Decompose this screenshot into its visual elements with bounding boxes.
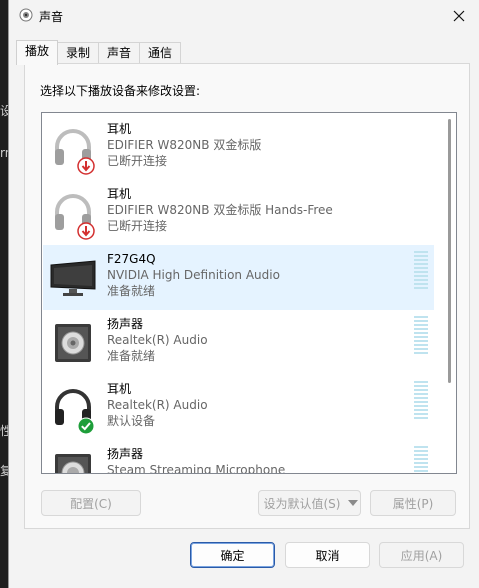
speaker-title-icon <box>19 8 33 22</box>
device-status: 已断开连接 <box>107 219 168 233</box>
instruction-text: 选择以下播放设备来修改设置: <box>40 84 201 98</box>
device-status: 准备就绪 <box>107 349 156 363</box>
disconnected-badge-icon <box>77 157 95 175</box>
device-name: 耳机 <box>107 382 132 396</box>
volume-meter <box>414 251 428 289</box>
device-status: 已断开连接 <box>107 154 168 168</box>
cancel-button[interactable]: 取消 <box>285 542 370 568</box>
background-text: 性 <box>0 424 8 438</box>
configure-button[interactable]: 配置(C) <box>41 490 141 516</box>
default-check-icon <box>77 417 95 435</box>
playback-panel: 选择以下播放设备来修改设置: 耳机 EDIFIER W820NB 双金标版 已断… <box>24 63 470 529</box>
device-item[interactable]: 扬声器 Steam Streaming Microphone <box>43 440 434 474</box>
device-name: 耳机 <box>107 187 132 201</box>
device-description: EDIFIER W820NB 双金标版 <box>107 138 262 152</box>
device-name: F27G4Q <box>107 252 156 266</box>
volume-meter <box>414 381 428 419</box>
properties-button[interactable]: 属性(P) <box>370 490 456 516</box>
speaker-icon <box>55 324 91 362</box>
speaker-icon <box>55 454 91 473</box>
tab-recording[interactable]: 录制 <box>57 42 100 64</box>
disconnected-badge-icon <box>77 222 95 240</box>
volume-meter <box>414 316 428 354</box>
device-description: Realtek(R) Audio <box>107 333 208 347</box>
device-description: Steam Streaming Microphone <box>107 463 286 474</box>
ok-button[interactable]: 确定 <box>190 542 275 568</box>
set-default-button[interactable]: 设为默认值(S) <box>258 490 346 516</box>
device-name: 扬声器 <box>107 317 144 331</box>
device-status: 默认设备 <box>107 414 156 428</box>
tab-sounds[interactable]: 声音 <box>98 42 141 64</box>
close-icon <box>453 10 465 22</box>
chevron-down-icon <box>347 500 358 506</box>
title-bar: 声音 <box>9 0 479 32</box>
device-item[interactable]: 耳机 Realtek(R) Audio 默认设备 <box>43 375 434 440</box>
apply-button[interactable]: 应用(A) <box>379 542 464 568</box>
device-item[interactable]: 扬声器 Realtek(R) Audio 准备就绪 <box>43 310 434 375</box>
monitor-icon <box>50 260 96 296</box>
background-text: 设 <box>0 104 8 118</box>
background-text: 复 <box>0 464 8 478</box>
device-name: 扬声器 <box>107 447 144 461</box>
device-description: Realtek(R) Audio <box>107 398 208 412</box>
device-item[interactable]: 耳机 EDIFIER W820NB 双金标版 已断开连接 <box>43 115 434 180</box>
device-description: EDIFIER W820NB 双金标版 Hands-Free <box>107 203 333 217</box>
tab-communications[interactable]: 通信 <box>139 42 182 64</box>
set-default-dropdown[interactable] <box>345 490 361 516</box>
background-text: rn <box>0 146 8 160</box>
device-item-selected[interactable]: F27G4Q NVIDIA High Definition Audio 准备就绪 <box>43 245 434 310</box>
device-item[interactable]: 耳机 EDIFIER W820NB 双金标版 Hands-Free 已断开连接 <box>43 180 434 245</box>
window-title: 声音 <box>39 10 64 24</box>
tab-playback[interactable]: 播放 <box>16 40 59 65</box>
device-description: NVIDIA High Definition Audio <box>107 268 280 282</box>
tab-strip: 播放 录制 声音 通信 <box>16 40 182 65</box>
device-list[interactable]: 耳机 EDIFIER W820NB 双金标版 已断开连接 耳机 EDIFIER … <box>41 112 457 474</box>
device-name: 耳机 <box>107 122 132 136</box>
sound-dialog: 声音 播放 录制 声音 通信 选择以下播放设备来修改设置: 耳机 EDIFIER… <box>8 0 479 588</box>
close-button[interactable] <box>445 4 473 28</box>
device-status: 准备就绪 <box>107 284 156 298</box>
volume-meter <box>414 446 428 473</box>
list-scrollbar[interactable] <box>448 119 451 383</box>
